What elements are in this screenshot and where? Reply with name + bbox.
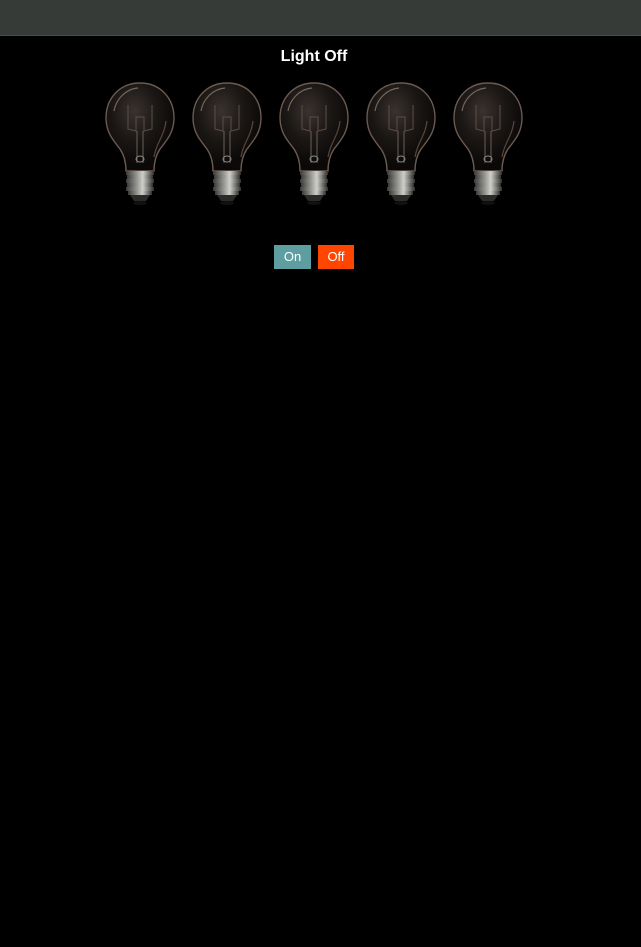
bulb-row bbox=[104, 81, 524, 209]
bulb-icon bbox=[366, 82, 436, 205]
light-bulb-2 bbox=[191, 81, 263, 209]
bulb-icon bbox=[105, 82, 175, 205]
bulb-icon bbox=[279, 82, 349, 205]
top-bar bbox=[0, 0, 641, 36]
page: Light Off On Off bbox=[0, 37, 641, 947]
bulb-icon bbox=[453, 82, 523, 205]
light-bulb-5 bbox=[452, 81, 524, 209]
on-button[interactable]: On bbox=[274, 245, 311, 269]
light-bulb-1 bbox=[104, 81, 176, 209]
light-bulb-4 bbox=[365, 81, 437, 209]
light-bulb-3 bbox=[278, 81, 350, 209]
page-title: Light Off bbox=[280, 48, 348, 65]
off-button[interactable]: Off bbox=[318, 245, 354, 269]
bulb-icon bbox=[192, 82, 262, 205]
